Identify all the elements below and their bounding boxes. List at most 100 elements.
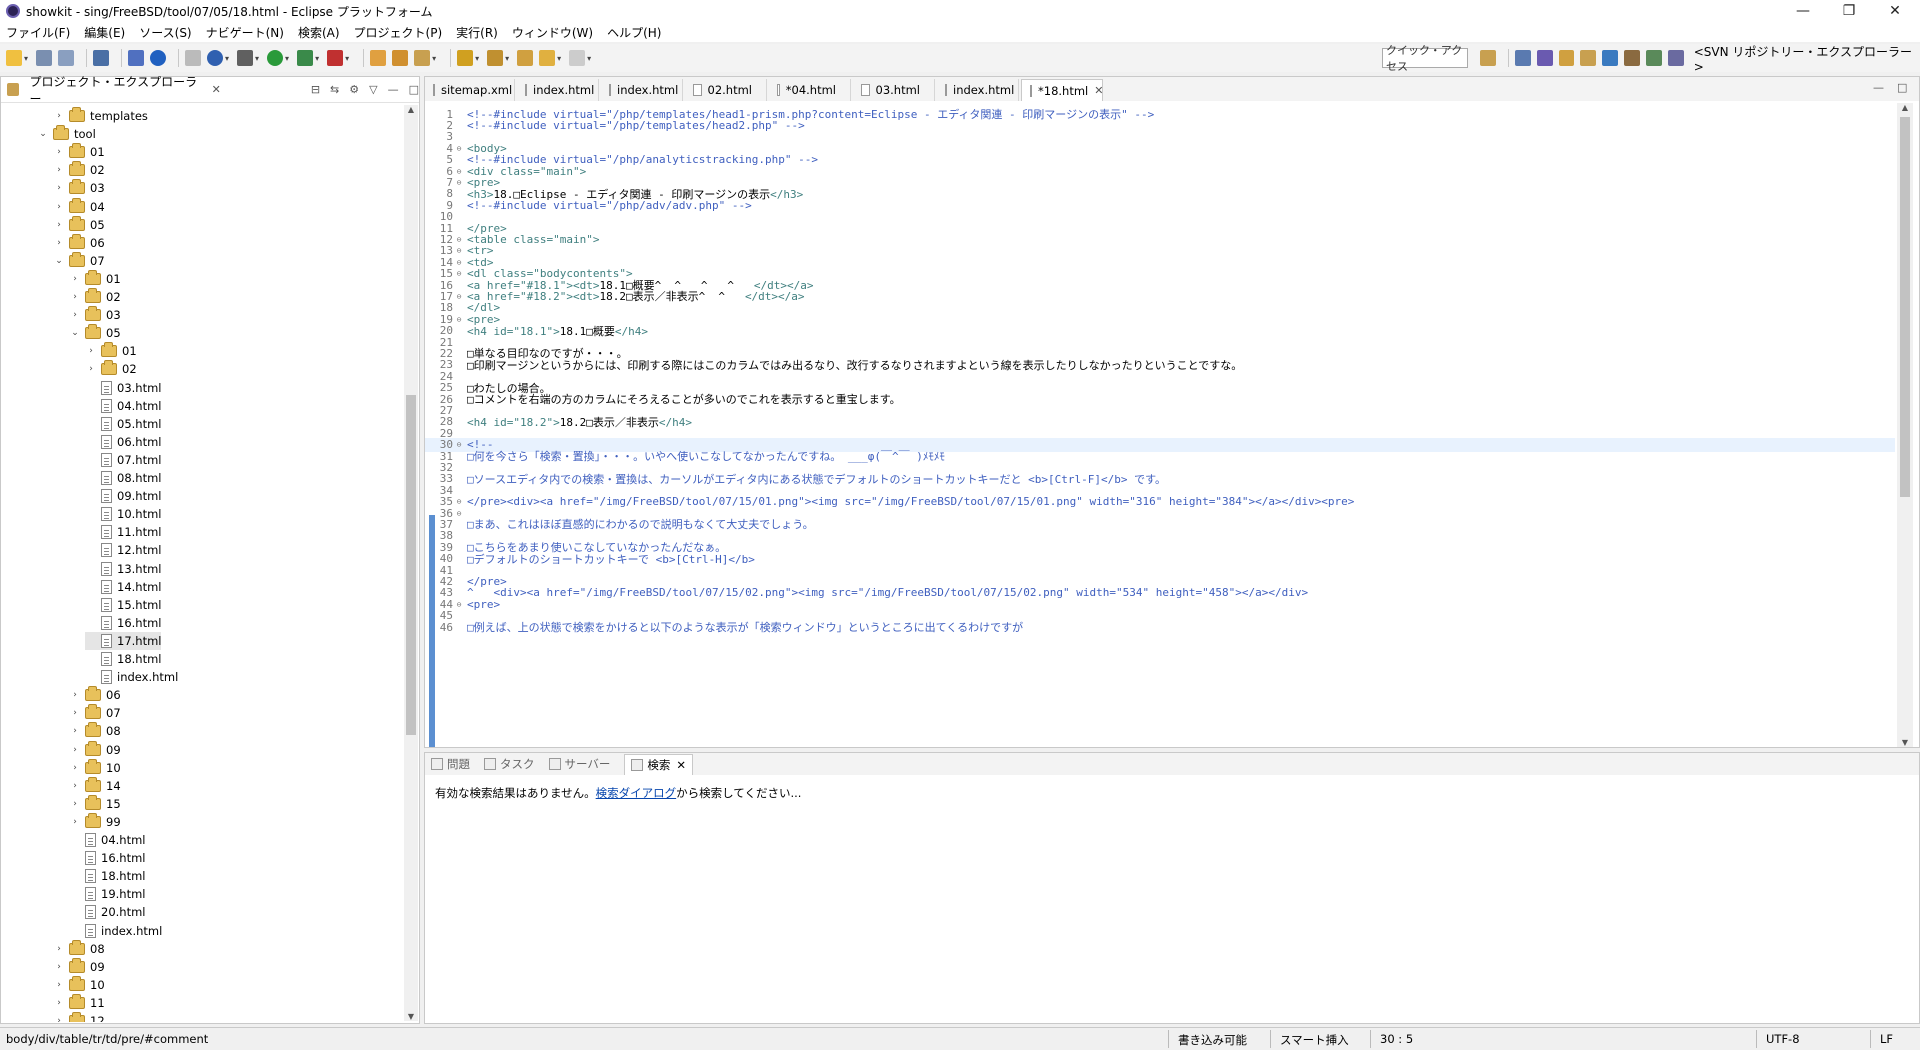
- menu-item[interactable]: プロジェクト(P): [354, 24, 443, 41]
- minimize-view-icon[interactable]: —: [388, 83, 399, 96]
- chevron-right-icon[interactable]: ›: [85, 346, 97, 356]
- editor-maximize-icon[interactable]: □: [1897, 81, 1907, 94]
- next-annotation-icon[interactable]: [457, 50, 474, 66]
- back-dropdown-icon[interactable]: ▾: [557, 54, 561, 63]
- tree-item-folder[interactable]: › 14: [69, 776, 121, 795]
- external-tools-dropdown-icon[interactable]: ▾: [345, 54, 349, 63]
- fold-toggle-icon[interactable]: ⊖: [455, 292, 463, 301]
- menu-item[interactable]: 編集(E): [84, 24, 125, 41]
- collapse-all-icon[interactable]: ⊟: [311, 83, 320, 96]
- tree-item-file[interactable]: 03.html: [85, 379, 161, 397]
- save-all-icon[interactable]: [58, 50, 75, 66]
- menu-item[interactable]: 検索(A): [298, 24, 340, 41]
- chevron-right-icon[interactable]: ›: [53, 962, 65, 972]
- chevron-right-icon[interactable]: ›: [69, 763, 81, 773]
- next-annotation-dropdown-icon[interactable]: ▾: [475, 54, 479, 63]
- chevron-right-icon[interactable]: ›: [85, 364, 97, 374]
- editor-tab[interactable]: 03.html: [853, 79, 935, 101]
- chevron-right-icon[interactable]: ›: [53, 220, 65, 230]
- tree-item-file[interactable]: 20.html: [69, 903, 145, 921]
- chevron-right-icon[interactable]: ›: [69, 781, 81, 791]
- php-perspective-icon[interactable]: [1624, 50, 1640, 66]
- fold-toggle-icon[interactable]: ⊖: [455, 167, 463, 176]
- editor-scroll-thumb[interactable]: [1900, 117, 1910, 497]
- chevron-right-icon[interactable]: ›: [69, 726, 81, 736]
- minimize-button[interactable]: —: [1780, 0, 1826, 22]
- explorer-scroll-thumb[interactable]: [406, 395, 416, 735]
- bottom-tab[interactable]: サーバー: [548, 756, 610, 772]
- skip-breakpoints-icon[interactable]: [128, 50, 145, 66]
- menu-item[interactable]: ヘルプ(H): [607, 24, 661, 41]
- tree-item-file[interactable]: 06.html: [85, 433, 161, 451]
- tree-item-folder[interactable]: › 02: [53, 161, 105, 179]
- code-editor[interactable]: 1 <!--#include virtual="/php/templates/he…: [425, 103, 1895, 747]
- fold-toggle-icon[interactable]: ⊖: [455, 600, 463, 609]
- tree-item-folder[interactable]: › 06: [69, 686, 121, 704]
- maximize-button[interactable]: ❐: [1826, 0, 1872, 22]
- tree-item-folder[interactable]: › 10: [53, 975, 105, 994]
- tree-item-file[interactable]: 13.html: [85, 560, 161, 578]
- tree-item-folder[interactable]: ⌄ 07: [53, 251, 105, 270]
- back-icon[interactable]: [539, 50, 556, 66]
- menu-item[interactable]: ナビゲート(N): [206, 24, 284, 41]
- tree-item-folder[interactable]: › 10: [69, 758, 121, 777]
- tree-item-folder[interactable]: ⌄ tool: [37, 125, 96, 143]
- tree-item-folder[interactable]: › 08: [69, 722, 121, 740]
- fold-toggle-icon[interactable]: ⊖: [455, 235, 463, 244]
- fold-toggle-icon[interactable]: ⊖: [455, 269, 463, 278]
- tree-item-file[interactable]: 07.html: [85, 451, 161, 469]
- chevron-right-icon[interactable]: ›: [53, 1016, 65, 1022]
- bottom-tab[interactable]: 検索 ✕: [624, 753, 694, 775]
- web-perspective-icon[interactable]: [1646, 50, 1662, 66]
- bottom-tab[interactable]: 問題: [431, 756, 470, 772]
- chevron-right-icon[interactable]: ›: [53, 183, 65, 193]
- fold-toggle-icon[interactable]: ⊖: [455, 509, 463, 518]
- fold-toggle-icon[interactable]: ⊖: [455, 178, 463, 187]
- menu-item[interactable]: 実行(R): [456, 24, 498, 41]
- search-tool-icon[interactable]: [414, 50, 431, 66]
- explorer-scrollbar[interactable]: ▲ ▼: [404, 105, 418, 1021]
- tree-item-folder[interactable]: › 09: [69, 740, 121, 759]
- tree-item-folder[interactable]: › 04: [53, 197, 105, 216]
- chevron-right-icon[interactable]: ›: [53, 998, 65, 1008]
- tree-item-file[interactable]: index.html: [85, 668, 178, 686]
- run-external-icon[interactable]: [297, 50, 314, 66]
- tree-item-folder[interactable]: › 01: [53, 143, 105, 161]
- chevron-right-icon[interactable]: ›: [53, 944, 65, 954]
- fold-toggle-icon[interactable]: ⊖: [455, 497, 463, 506]
- chevron-down-icon[interactable]: ⌄: [37, 129, 49, 139]
- tree-item-file[interactable]: 16.html: [69, 849, 145, 867]
- fold-toggle-icon[interactable]: ⊖: [455, 144, 463, 153]
- run-icon[interactable]: [267, 50, 284, 66]
- save-icon[interactable]: [36, 50, 53, 66]
- tree-item-file[interactable]: 14.html: [85, 578, 161, 596]
- editor-tab[interactable]: index.html: [601, 79, 683, 101]
- chevron-right-icon[interactable]: ›: [53, 147, 65, 157]
- run-external-dropdown-icon[interactable]: ▾: [315, 54, 319, 63]
- debug-perspective-icon[interactable]: [1536, 50, 1553, 66]
- explorer-close-icon[interactable]: ✕: [212, 83, 221, 96]
- tree-item-file[interactable]: 10.html: [85, 505, 161, 523]
- debug-dropdown-icon[interactable]: ▾: [255, 54, 259, 63]
- chevron-right-icon[interactable]: ›: [53, 111, 65, 121]
- editor-tab[interactable]: sitemap.xml: [425, 79, 515, 101]
- tree-item-folder[interactable]: › 07: [69, 704, 121, 722]
- python-perspective-icon[interactable]: [1602, 50, 1619, 66]
- tree-item-file[interactable]: 12.html: [85, 541, 161, 559]
- chevron-right-icon[interactable]: ›: [69, 292, 81, 302]
- tree-item-folder[interactable]: › 09: [53, 957, 105, 976]
- search-dialog-link[interactable]: 検索ダイアログ: [596, 786, 677, 800]
- code-line[interactable]: 46 □例えば、上の状態で検索をかけると以下のような表示が「検索ウィンドウ」という…: [425, 620, 1895, 635]
- last-edit-icon[interactable]: [517, 50, 534, 66]
- tree-item-file[interactable]: 08.html: [85, 469, 161, 487]
- bottom-tab[interactable]: タスク: [484, 756, 535, 772]
- menu-item[interactable]: ウィンドウ(W): [512, 24, 593, 41]
- tree-item-folder[interactable]: › 02: [85, 360, 137, 378]
- tree-item-file[interactable]: 09.html: [85, 487, 161, 505]
- chevron-right-icon[interactable]: ›: [69, 274, 81, 284]
- settings-icon[interactable]: [150, 50, 167, 66]
- fold-toggle-icon[interactable]: ⊖: [455, 258, 463, 267]
- close-window-button[interactable]: ✕: [1872, 0, 1918, 22]
- java-perspective-icon[interactable]: [1514, 50, 1531, 66]
- prev-annotation-dropdown-icon[interactable]: ▾: [505, 54, 509, 63]
